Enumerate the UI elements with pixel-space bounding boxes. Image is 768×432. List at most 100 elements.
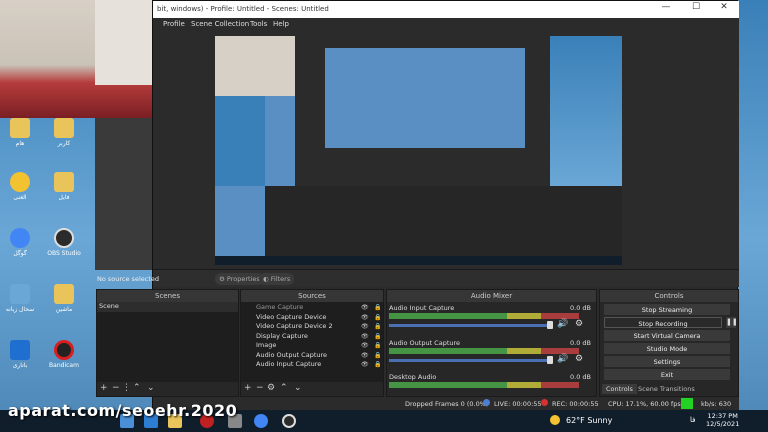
exit-button[interactable]: Exit [604, 369, 730, 380]
maximize-button[interactable]: ☐ [681, 2, 711, 17]
audio-mixer-dock: Audio Mixer Audio Input Capture 0.0 dB 🔊… [386, 289, 597, 397]
source-settings-icon[interactable]: ⚙ [267, 383, 275, 393]
watermark: aparat.com/seoehr.2020 [8, 401, 238, 420]
settings-button[interactable]: Settings [604, 356, 730, 367]
source-item[interactable]: Audio Input Capture 👁 🔒 [241, 360, 383, 370]
scene-up-button[interactable]: ⌃ [133, 383, 141, 393]
folder-icon [54, 284, 74, 304]
add-source-button[interactable]: + [244, 383, 252, 393]
chrome-taskbar-icon[interactable] [254, 414, 268, 428]
source-item[interactable]: Video Capture Device 2 👁 🔒 [241, 322, 383, 332]
menu-scene-collection[interactable]: Scene Collection [191, 20, 249, 28]
volume-slider[interactable] [389, 359, 549, 362]
tab-scene-transitions[interactable]: Scene Transitions [634, 384, 699, 394]
chrome-icon [10, 228, 30, 248]
volume-knob[interactable] [547, 356, 553, 364]
webcam-overlay [0, 0, 152, 118]
clock[interactable]: 12:37 PM 12/5/2021 [706, 412, 739, 428]
volume-meter [389, 348, 579, 354]
close-button[interactable]: ✕ [709, 2, 739, 17]
title-bar: bit, windows) - Profile: Untitled - Scen… [153, 1, 739, 18]
source-item[interactable]: Display Capture 👁 🔒 [241, 332, 383, 342]
folder-icon [10, 118, 30, 138]
add-scene-button[interactable]: + [100, 383, 108, 393]
menu-help[interactable]: Help [273, 20, 289, 28]
rec-time: REC: 00:00:55 [552, 400, 599, 408]
scene-config-icon[interactable]: ⋮ [122, 383, 131, 393]
scene-item[interactable]: Scene [97, 302, 238, 312]
scene-down-button[interactable]: ⌄ [147, 383, 155, 393]
channel-db: 0.0 dB [570, 373, 591, 381]
gear-icon[interactable]: ⚙ [575, 319, 583, 329]
weather-text[interactable]: 62°F Sunny [566, 416, 612, 425]
audio-mixer-header: Audio Mixer [387, 290, 596, 302]
channel-db: 0.0 dB [570, 339, 591, 347]
desktop-icon-1[interactable]: ه‍ام [0, 118, 40, 147]
speaker-icon[interactable]: 🔊 [557, 319, 568, 329]
rec-indicator-icon [541, 399, 548, 406]
desktop-icon-6[interactable]: ماشین [44, 284, 84, 313]
language-indicator[interactable]: فا [690, 416, 695, 424]
desktop-icon-7[interactable]: باتاری [0, 340, 40, 369]
source-item[interactable]: Image 👁 🔒 [241, 341, 383, 351]
obs-icon [54, 228, 74, 248]
dropped-frames: Dropped Frames 0 (0.0%) [405, 400, 489, 408]
desktop-icon-obs[interactable]: OBS Studio [44, 228, 84, 257]
source-down-button[interactable]: ⌄ [294, 383, 302, 393]
studio-mode-button[interactable]: Studio Mode [604, 343, 730, 354]
channel-name: Audio Output Capture [389, 339, 461, 347]
menu-tools[interactable]: Tools [250, 20, 267, 28]
tab-controls[interactable]: Controls [602, 384, 637, 394]
recursive-preview [215, 36, 622, 265]
remove-scene-button[interactable]: − [112, 383, 120, 393]
gear-icon[interactable]: ⚙ [575, 354, 583, 364]
obs-window: bit, windows) - Profile: Untitled - Scen… [96, 0, 739, 411]
channel-db: 0.0 dB [570, 304, 591, 312]
stop-streaming-button[interactable]: Stop Streaming [604, 304, 730, 315]
obs-taskbar-icon[interactable] [282, 414, 296, 428]
scenes-header: Scenes [97, 290, 238, 302]
desktop-icon-chrome[interactable]: گوگل [0, 228, 40, 257]
desktop-icon-bandicam[interactable]: Bandicam [44, 340, 84, 369]
channel-name: Desktop Audio [389, 373, 437, 381]
stop-recording-button[interactable]: Stop Recording [604, 317, 722, 328]
app-icon [10, 340, 30, 360]
speaker-icon[interactable]: 🔊 [557, 354, 568, 364]
controls-header: Controls [600, 290, 738, 302]
desktop-icon-2[interactable]: کاربر [44, 118, 84, 147]
source-item[interactable]: Video Capture Device 👁 🔒 [241, 313, 383, 323]
pause-icon[interactable]: ❚❚ [726, 317, 738, 328]
desktop-icon-5[interactable]: سحال زبانه [0, 284, 40, 313]
source-item[interactable]: Game Capture 👁 🔒 [241, 303, 383, 313]
bandicam-icon [54, 340, 74, 360]
properties-button[interactable]: ⚙ Properties [215, 273, 264, 285]
health-indicator [681, 398, 693, 409]
live-time: LIVE: 00:00:55 [494, 400, 542, 408]
menu-profile[interactable]: Profile [163, 20, 185, 28]
controls-dock: Controls Stop Streaming Stop Recording ❚… [599, 289, 739, 397]
sources-dock: Sources Game Capture 👁 🔒 Video Capture Dev… [240, 289, 384, 397]
folder-icon [54, 118, 74, 138]
remove-source-button[interactable]: − [256, 383, 264, 393]
volume-knob[interactable] [547, 321, 553, 329]
volume-meter [389, 382, 579, 388]
cpu-usage: CPU: 17.1%, 60.00 fps [608, 400, 681, 408]
filters-button[interactable]: ◐ Filters [259, 273, 295, 285]
live-indicator-icon [483, 399, 490, 406]
start-virtual-camera-button[interactable]: Start Virtual Camera [604, 330, 730, 341]
folder-icon [54, 172, 74, 192]
desktop-icon-4[interactable]: فایل [44, 172, 84, 201]
no-source-label: No source selected [97, 275, 159, 283]
sun-icon [550, 415, 560, 425]
source-info-bar: No source selected ⚙ Properties ◐ Filter… [97, 269, 739, 287]
desktop-icon-3[interactable]: الغنی [0, 172, 40, 201]
volume-slider[interactable] [389, 324, 549, 327]
bitrate: kb/s: 630 [701, 400, 732, 408]
source-item[interactable]: Audio Output Capture 👁 🔒 [241, 351, 383, 361]
window-title: bit, windows) - Profile: Untitled - Scen… [157, 5, 329, 13]
preview-canvas[interactable] [153, 31, 739, 269]
sources-header: Sources [241, 290, 383, 302]
minimize-button[interactable]: — [651, 2, 681, 17]
source-up-button[interactable]: ⌃ [280, 383, 288, 393]
menu-bar: Profile Scene Collection Tools Help [153, 18, 739, 31]
